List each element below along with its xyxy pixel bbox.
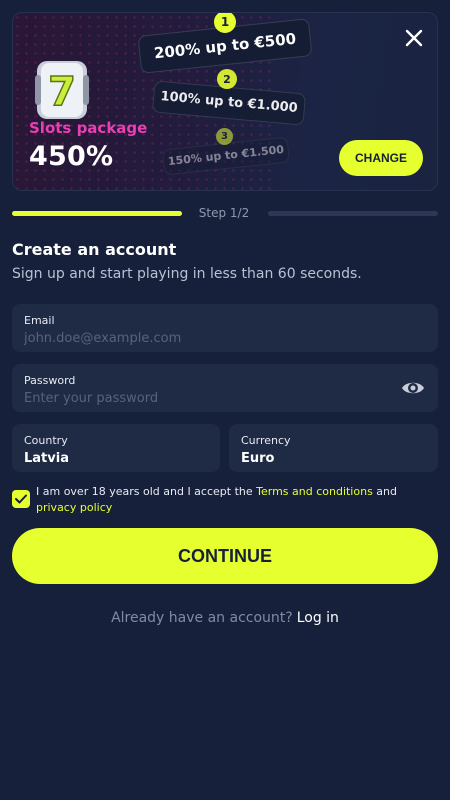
offer-text: 100% up to €1.000 [159,89,299,116]
login-prompt: Already have an account? Log in [0,610,450,626]
continue-button[interactable]: CONTINUE [12,528,438,584]
bonus-banner: 7 Slots package 450% 200% up to €500 1 1… [12,12,438,191]
slot-seven-glyph: 7 [48,69,76,115]
page-subtitle: Sign up and start playing in less than 6… [12,266,362,282]
country-select[interactable]: Country Latvia [12,424,220,472]
currency-value: Euro [241,451,275,466]
page-title: Create an account [12,240,177,259]
package-label: Slots package [29,119,148,137]
email-label: Email [24,314,55,327]
country-value: Latvia [24,451,69,466]
step-label: Step 1/2 [198,206,250,220]
login-prompt-text: Already have an account? [111,610,293,626]
offer-number-badge: 2 [217,69,237,89]
terms-and-conditions-link[interactable]: Terms and conditions [256,485,373,498]
terms-checkbox[interactable] [12,490,30,508]
terms-text: I am over 18 years old and I accept the … [36,484,438,516]
progress-segment-pending [268,211,438,216]
offer-text: 200% up to €500 [153,29,297,63]
password-input[interactable] [24,391,324,406]
package-value: 450% [29,141,114,172]
email-input[interactable] [24,331,324,346]
password-field[interactable]: Password [12,364,438,412]
privacy-policy-link[interactable]: privacy policy [36,501,112,514]
change-package-button[interactable]: CHANGE [339,140,423,176]
progress-segment-complete [12,211,182,216]
login-link[interactable]: Log in [297,610,339,626]
offer-number-badge: 3 [216,128,233,145]
country-label: Country [24,434,68,447]
terms-text-before: I am over 18 years old and I accept the [36,485,257,498]
email-field[interactable]: Email [12,304,438,352]
currency-label: Currency [241,434,291,447]
password-label: Password [24,374,76,387]
toggle-password-visibility-button[interactable] [400,376,426,400]
close-icon [405,29,423,47]
currency-select[interactable]: Currency Euro [229,424,438,472]
terms-text-middle: and [372,485,397,498]
offer-number-badge: 1 [214,13,236,33]
close-button[interactable] [401,25,427,51]
checkmark-icon [15,494,27,504]
eye-icon [402,382,424,394]
offer-text: 150% up to €1.500 [167,142,285,169]
